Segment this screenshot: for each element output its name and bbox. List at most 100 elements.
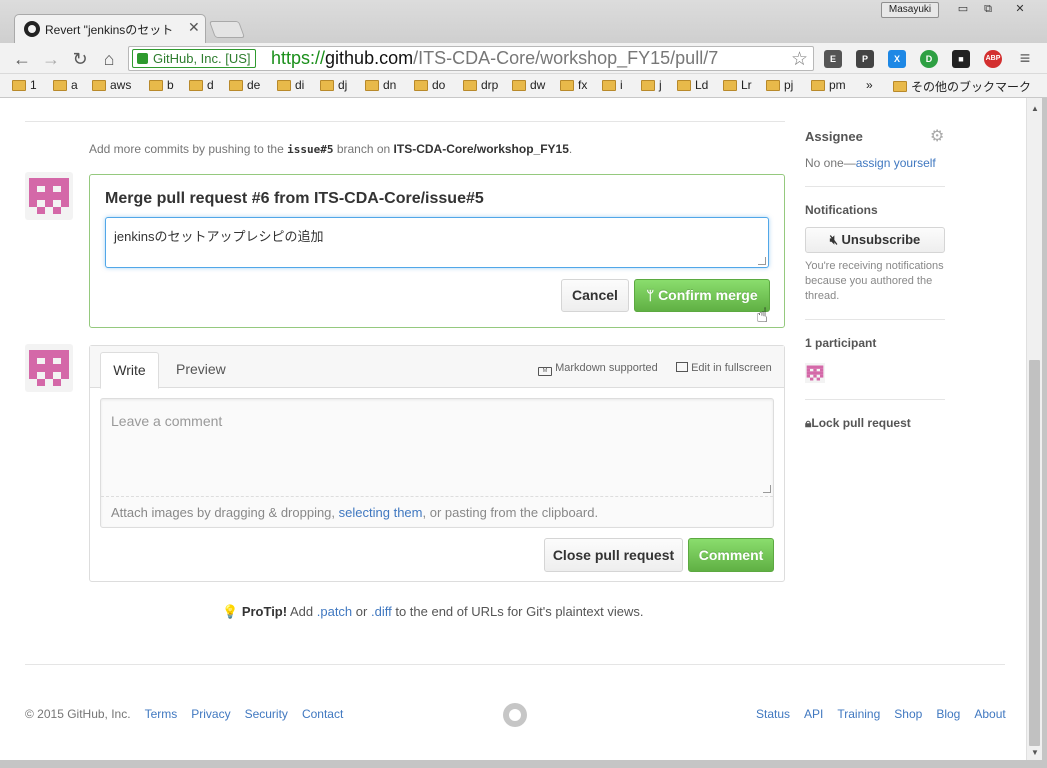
bookmark-star-icon[interactable]: ☆ — [791, 48, 808, 71]
bookmark-folder-b[interactable]: b — [149, 78, 174, 92]
markdown-supported-link[interactable]: M Markdown supported — [538, 362, 658, 376]
ev-certificate-badge[interactable]: GitHub, Inc. [US] — [132, 49, 256, 68]
footer-link-training[interactable]: Training — [837, 707, 880, 721]
folder-icon — [677, 79, 691, 91]
mute-icon: 🔇︎ — [829, 232, 838, 247]
fullscreen-link[interactable]: Edit in fullscreen — [676, 362, 772, 374]
bookmark-folder-drp[interactable]: drp — [463, 78, 498, 92]
scroll-up-icon[interactable]: ▲ — [1031, 104, 1039, 113]
other-bookmarks-folder[interactable]: その他のブックマーク — [893, 78, 1031, 95]
maximize-icon[interactable]: ⧉ — [977, 2, 999, 17]
scroll-down-icon[interactable]: ▼ — [1031, 748, 1039, 757]
avatar[interactable] — [25, 172, 73, 220]
folder-icon — [277, 79, 291, 91]
participants-title: 1 participant — [805, 336, 877, 350]
bookmark-folder-dw[interactable]: dw — [512, 78, 545, 92]
assignee-title: Assignee — [805, 129, 863, 144]
bookmark-folder-dj[interactable]: dj — [320, 78, 347, 92]
confirm-merge-button[interactable]: ᛘ Confirm merge — [634, 279, 770, 312]
back-icon[interactable]: ← — [11, 48, 33, 70]
github-octocat-icon[interactable] — [503, 703, 527, 727]
lock-icon — [137, 53, 148, 64]
reload-icon[interactable]: ↻ — [69, 48, 91, 70]
profile-badge[interactable]: Masayuki — [881, 2, 939, 18]
bookmark-folder-dn[interactable]: dn — [365, 78, 396, 92]
extension-pocket-icon[interactable]: P — [856, 50, 874, 68]
footer-link-terms[interactable]: Terms — [145, 707, 178, 721]
footer-link-security[interactable]: Security — [245, 707, 288, 721]
footer-link-api[interactable]: API — [804, 707, 823, 721]
url-text[interactable]: https://github.com/ITS-CDA-Core/workshop… — [271, 47, 718, 70]
extension-evernote-icon[interactable]: E — [824, 50, 842, 68]
folder-icon — [229, 79, 243, 91]
merge-message-input[interactable]: jenkinsのセットアップレシピの追加 — [105, 217, 769, 268]
comment-button[interactable]: Comment — [688, 538, 774, 572]
minimize-icon[interactable]: ▭ — [952, 2, 974, 17]
comment-form: Write Preview M Markdown supported Edit … — [89, 345, 785, 582]
footer-link-contact[interactable]: Contact — [302, 707, 343, 721]
assign-yourself-link[interactable]: assign yourself — [856, 156, 936, 170]
adblock-plus-icon[interactable]: ABP — [984, 50, 1002, 68]
bookmark-folder-fx[interactable]: fx — [560, 78, 587, 92]
close-pull-request-button[interactable]: Close pull request — [544, 538, 683, 572]
bookmark-folder-ld[interactable]: Ld — [677, 78, 708, 92]
patch-link[interactable]: .patch — [317, 604, 352, 619]
chrome-menu-icon[interactable]: ≡ — [1014, 47, 1036, 69]
forward-icon[interactable]: → — [40, 48, 62, 70]
bookmark-folder-i[interactable]: i — [602, 78, 623, 92]
diff-link[interactable]: .diff — [371, 604, 392, 619]
home-icon[interactable]: ⌂ — [98, 48, 120, 70]
bookmark-folder-de[interactable]: de — [229, 78, 260, 92]
unsubscribe-button[interactable]: 🔇︎ Unsubscribe — [805, 227, 945, 253]
bookmarks-overflow-icon[interactable]: » — [866, 78, 873, 92]
scrollbar-thumb[interactable] — [1029, 360, 1040, 746]
folder-icon — [92, 79, 106, 91]
footer-link-status[interactable]: Status — [756, 707, 790, 721]
merge-title: Merge pull request #6 from ITS-CDA-Core/… — [105, 190, 484, 207]
folder-icon — [414, 79, 428, 91]
select-files-link[interactable]: selecting them — [339, 505, 423, 520]
branch-name: issue#5 — [287, 143, 334, 156]
window-close-icon[interactable]: ✕ — [1009, 2, 1031, 17]
gear-icon[interactable]: ⚙ — [930, 126, 944, 146]
tab-write[interactable]: Write — [100, 352, 159, 389]
footer-link-privacy[interactable]: Privacy — [191, 707, 230, 721]
extension-square-icon[interactable]: ■ — [952, 50, 970, 68]
browser-tab[interactable]: Revert "jenkinsのセット ✕ — [14, 14, 206, 44]
folder-icon — [12, 79, 26, 91]
folder-icon — [512, 79, 526, 91]
bookmark-folder-do[interactable]: do — [414, 78, 445, 92]
extension-x-icon[interactable]: X — [888, 50, 906, 68]
comment-textarea[interactable]: Leave a comment Attach images by draggin… — [100, 398, 774, 528]
bookmark-folder-pm[interactable]: pm — [811, 78, 846, 92]
lock-pull-request-link[interactable]: 🔒︎Lock pull request — [805, 416, 911, 431]
bookmark-folder-1[interactable]: 1 — [12, 78, 37, 92]
folder-icon — [463, 79, 477, 91]
bookmark-folder-lr[interactable]: Lr — [723, 78, 752, 92]
bookmark-folder-d[interactable]: d — [189, 78, 214, 92]
footer-link-about[interactable]: About — [974, 707, 1005, 721]
tab-preview[interactable]: Preview — [176, 352, 226, 389]
tab-close-icon[interactable]: ✕ — [188, 19, 200, 36]
resize-handle-icon[interactable] — [758, 257, 766, 265]
bookmark-folder-j[interactable]: j — [641, 78, 662, 92]
address-bar[interactable]: GitHub, Inc. [US] https://github.com/ITS… — [128, 46, 814, 71]
bookmark-folder-a[interactable]: a — [53, 78, 78, 92]
folder-icon — [189, 79, 203, 91]
bookmark-folder-di[interactable]: di — [277, 78, 304, 92]
footer-link-shop[interactable]: Shop — [894, 707, 922, 721]
folder-icon — [811, 79, 825, 91]
page-scrollbar[interactable]: ▲ ▼ — [1026, 98, 1042, 760]
folder-icon — [149, 79, 163, 91]
new-tab-button[interactable] — [208, 21, 246, 38]
git-merge-icon: ᛘ — [646, 288, 655, 303]
footer-link-blog[interactable]: Blog — [936, 707, 960, 721]
avatar[interactable] — [25, 344, 73, 392]
participant-avatar[interactable] — [805, 363, 825, 383]
bookmark-folder-aws[interactable]: aws — [92, 78, 131, 92]
bookmark-folder-pj[interactable]: pj — [766, 78, 793, 92]
hand-cursor-icon: ☝ — [756, 305, 769, 327]
resize-handle-icon[interactable] — [763, 485, 771, 493]
extension-d-icon[interactable]: D — [920, 50, 938, 68]
cancel-button[interactable]: Cancel — [561, 279, 629, 312]
